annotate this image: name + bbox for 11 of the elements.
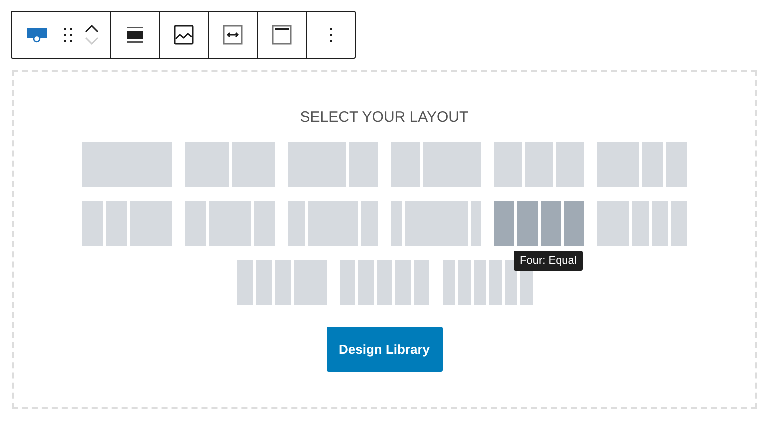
align-icon xyxy=(126,26,144,44)
image-icon xyxy=(174,25,194,45)
move-up-button[interactable] xyxy=(85,25,99,33)
design-library-button[interactable]: Design Library xyxy=(326,327,442,372)
header-layout-icon xyxy=(272,25,292,45)
full-width-icon xyxy=(223,25,243,45)
tooltip: Four: Equal xyxy=(514,251,583,271)
placeholder-title: SELECT YOUR LAYOUT xyxy=(300,109,469,126)
drag-handle-icon xyxy=(64,28,72,42)
block-icon xyxy=(26,27,48,43)
more-options-icon xyxy=(329,27,333,43)
